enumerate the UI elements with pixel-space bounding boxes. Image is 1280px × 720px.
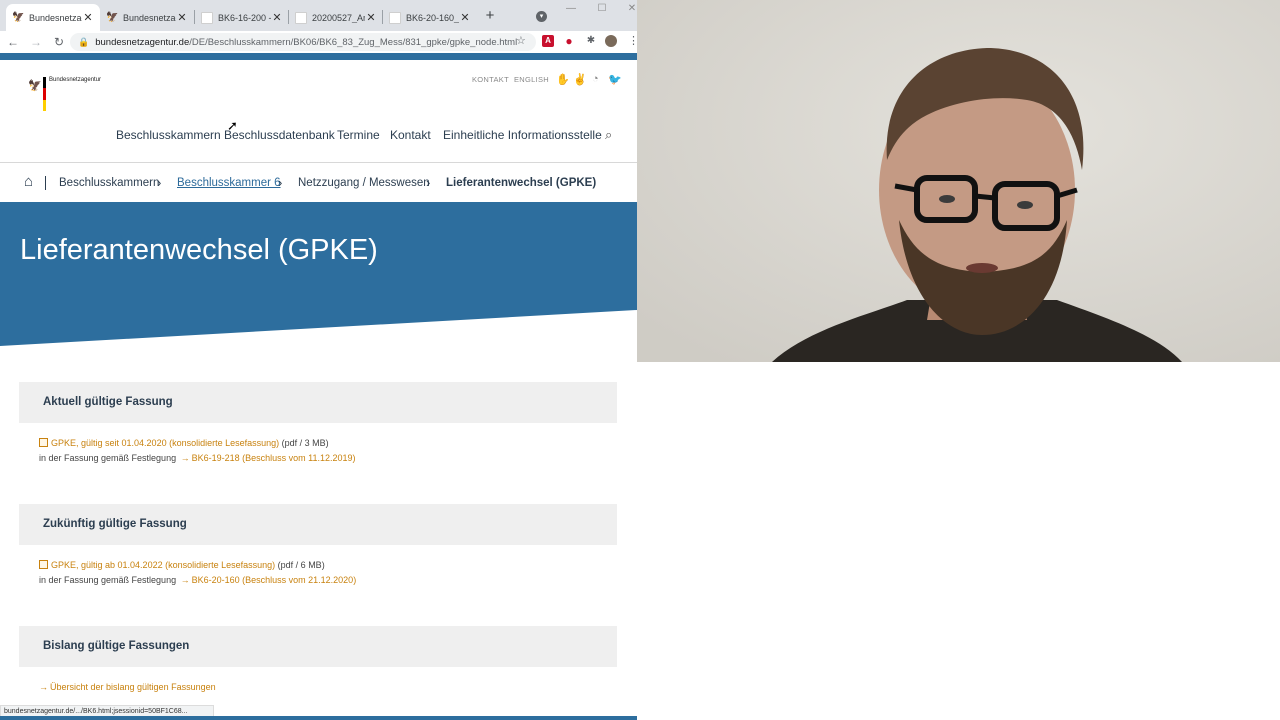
document-favicon-icon [201, 11, 213, 24]
back-icon[interactable]: ← [6, 35, 20, 49]
tab-title: Bundesnetzag [29, 12, 82, 23]
eagle-favicon-icon: 🦅 [12, 11, 25, 23]
breadcrumb-beschlusskammer-6[interactable]: Beschlusskammer 6 [177, 177, 281, 189]
breadcrumb-beschlusskammern[interactable]: Beschlusskammern [59, 177, 159, 189]
window-close-icon[interactable]: ✕ [625, 3, 637, 14]
arrow-right-icon: → [180, 575, 190, 585]
site-top-bar [0, 53, 637, 60]
utility-link-english[interactable]: ENGLISH [514, 75, 549, 84]
page-title: Lieferantenwechsel (GPKE) [20, 234, 378, 266]
bookmark-star-icon[interactable]: ☆ [516, 34, 526, 47]
pdf-extension-icon[interactable]: A [542, 35, 554, 47]
tab-title: Bundesnetzag [123, 12, 176, 23]
nav-beschlussdatenbank[interactable]: Beschlussdatenbank [224, 128, 335, 142]
basis-entry: in der Fassung gemäß Festlegung → BK6-20-… [39, 575, 356, 585]
close-tab-icon[interactable]: ✕ [82, 11, 94, 24]
url-path: /DE/Beschlusskammern/BK06/BK6_83_Zug_Mes… [189, 36, 518, 48]
tab-title: BK6-20-160_g [406, 12, 459, 23]
nav-einheitliche-informationsstelle[interactable]: Einheitliche Informationsstelle [443, 128, 602, 142]
federal-eagle-icon: 🦅 [28, 80, 42, 92]
rss-icon[interactable]: ◔ [592, 73, 599, 85]
arrow-right-icon: → [39, 682, 48, 692]
new-tab-button[interactable]: + [482, 8, 498, 24]
tab-2[interactable]: 🦅 Bundesnetzag ✕ [100, 4, 194, 31]
browser-window: 🦅 Bundesnetzag ✕ 🦅 Bundesnetzag ✕ BK6-16… [0, 0, 637, 720]
document-link[interactable]: GPKE, gültig ab 01.04.2022 (konsolidiert… [51, 560, 275, 570]
tab-title: BK6-16-200 - [218, 12, 271, 23]
browser-menu-icon[interactable]: ⋮ [628, 35, 637, 47]
basis-link[interactable]: BK6-20-160 (Beschluss vom 21.12.2020) [192, 575, 357, 585]
presenter-image [637, 0, 1280, 362]
hero-background [0, 202, 637, 346]
breadcrumb-netzzugang[interactable]: Netzzugang / Messwesen [298, 177, 430, 189]
url-host: bundesnetzagentur.de [95, 36, 190, 48]
search-icon[interactable]: ⌕ [605, 127, 612, 143]
close-tab-icon[interactable]: ✕ [176, 11, 188, 24]
document-favicon-icon [389, 11, 401, 24]
document-favicon-icon [295, 11, 307, 24]
address-bar[interactable]: 🔒 bundesnetzagentur.de/DE/Beschlusskamme… [70, 33, 536, 51]
utility-link-kontakt[interactable]: KONTAKT [472, 75, 509, 84]
chevron-right-icon: › [278, 175, 283, 190]
chevron-right-icon: › [426, 175, 431, 190]
easy-language-icon[interactable]: ✌ [573, 73, 587, 86]
mouse-cursor-icon: ➚ [227, 118, 238, 133]
forward-icon[interactable]: → [29, 35, 43, 49]
eagle-favicon-icon: 🦅 [106, 11, 119, 23]
minimize-icon[interactable]: — [564, 3, 578, 14]
home-icon[interactable]: ⌂ [24, 173, 33, 190]
page-hero: Lieferantenwechsel (GPKE) [0, 202, 637, 347]
tab-strip: 🦅 Bundesnetzag ✕ 🦅 Bundesnetzag ✕ BK6-16… [0, 0, 637, 31]
breadcrumb-current: Lieferantenwechsel (GPKE) [446, 177, 597, 189]
twitter-icon[interactable]: 🐦 [608, 73, 622, 86]
document-link[interactable]: GPKE, gültig seit 01.04.2020 (konsolidie… [51, 438, 279, 448]
tab-3[interactable]: BK6-16-200 - ✕ [195, 4, 289, 31]
reload-icon[interactable]: ↻ [52, 35, 66, 49]
nav-kontakt[interactable]: Kontakt [390, 128, 431, 142]
basis-entry: in der Fassung gemäß Festlegung → BK6-19-… [39, 453, 356, 463]
lock-icon: 🔒 [78, 36, 90, 47]
shield-extension-icon[interactable]: ● [563, 35, 575, 47]
sign-language-icon[interactable]: ✋ [556, 73, 570, 86]
chevron-right-icon: › [157, 175, 162, 190]
section-heading: Zukünftig gültige Fassung [43, 518, 187, 530]
nav-termine[interactable]: Termine [337, 128, 380, 142]
web-page: 🦅 Bundesnetzagentur KONTAKT ENGLISH ✋ ✌ … [0, 60, 637, 720]
section-heading: Bislang gültige Fassungen [43, 640, 190, 652]
section-heading-box: Zukünftig gültige Fassung [19, 504, 617, 545]
overview-entry: → Übersicht der bislang gültigen Fassunge… [39, 682, 216, 692]
basis-text: in der Fassung gemäß Festlegung [39, 575, 177, 585]
logo-text: Bundesnetzagentur [49, 77, 102, 83]
bottom-accent-bar [0, 716, 637, 720]
basis-link[interactable]: BK6-19-218 (Beschluss vom 11.12.2019) [192, 453, 356, 463]
tab-5[interactable]: BK6-20-160_g ✕ [383, 4, 477, 31]
tab-title: 20200527_Anl [312, 12, 365, 23]
section-heading: Aktuell gültige Fassung [43, 396, 173, 408]
profile-avatar-icon[interactable] [605, 35, 617, 47]
tab-1[interactable]: 🦅 Bundesnetzag ✕ [6, 4, 100, 31]
arrow-right-icon: → [180, 453, 190, 463]
overview-link[interactable]: Übersicht der bislang gültigen Fassungen [50, 682, 216, 692]
german-flag-stripe [43, 77, 46, 111]
document-entry: GPKE, gültig ab 01.04.2022 (konsolidiert… [39, 560, 325, 570]
section-heading-box: Aktuell gültige Fassung [19, 382, 617, 423]
document-icon [39, 438, 48, 447]
breadcrumb-separator [45, 176, 46, 190]
tab-search-icon[interactable]: ▾ [536, 11, 547, 22]
breadcrumb: ⌂ Beschlusskammern › Beschlusskammer 6 ›… [0, 163, 637, 202]
close-tab-icon[interactable]: ✕ [271, 11, 283, 24]
basis-text: in der Fassung gemäß Festlegung [39, 453, 177, 463]
document-entry: GPKE, gültig seit 01.04.2020 (konsolidie… [39, 438, 329, 448]
document-meta: (pdf / 3 MB) [281, 438, 329, 448]
document-icon [39, 560, 48, 569]
webcam-video [637, 0, 1280, 362]
nav-beschlusskammern[interactable]: Beschlusskammern [116, 128, 221, 142]
close-tab-icon[interactable]: ✕ [365, 11, 377, 24]
section-heading-box: Bislang gültige Fassungen [19, 626, 617, 667]
extensions-puzzle-icon[interactable]: ✱ [585, 35, 597, 47]
document-meta: (pdf / 6 MB) [277, 560, 325, 570]
maximize-icon[interactable]: ☐ [595, 3, 609, 14]
tab-4[interactable]: 20200527_Anl ✕ [289, 4, 383, 31]
close-tab-icon[interactable]: ✕ [459, 11, 471, 24]
